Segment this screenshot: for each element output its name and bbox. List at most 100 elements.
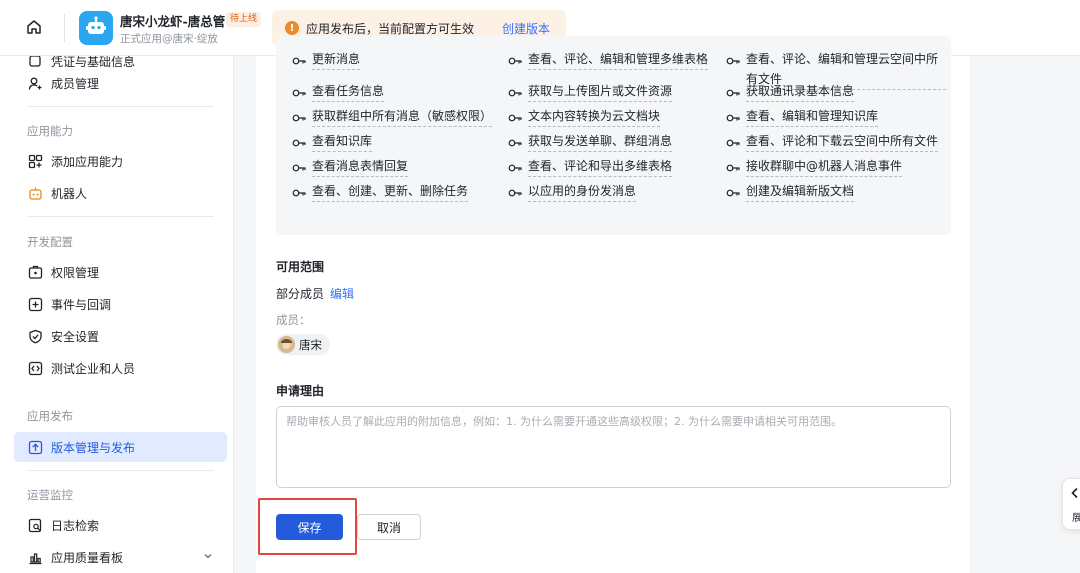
key-icon xyxy=(292,131,308,155)
app-subtitle: 正式应用@唐宋·绽放 xyxy=(120,33,218,45)
permission-item: 以应用的身份发消息 xyxy=(508,181,637,205)
permission-label: 文本内容转换为云文档块 xyxy=(528,106,661,127)
permission-item: 查看消息表情回复 xyxy=(292,156,409,180)
key-icon xyxy=(726,181,742,205)
save-button-highlight xyxy=(258,498,357,555)
permission-label: 查看、评论和下载云空间中所有文件 xyxy=(746,131,939,152)
notice-text: 应用发布后，当前配置方可生效 xyxy=(306,21,475,36)
user-add-icon xyxy=(27,75,43,91)
permission-label: 查看、编辑和管理知识库 xyxy=(746,106,879,127)
permission-item: 查看、评论和导出多维表格 xyxy=(508,156,673,180)
section-release: 应用发布 xyxy=(27,409,73,423)
key-icon xyxy=(292,49,308,73)
permission-label: 查看知识库 xyxy=(312,131,373,152)
permission-item: 查看、创建、更新、删除任务 xyxy=(292,181,469,205)
shield-icon xyxy=(27,328,43,344)
main-content: 更新消息 查看任务信息 获取群组中所有消息（敏感权限） 查看知识库 查看消息表情回复 查看… xyxy=(256,36,970,573)
key-icon xyxy=(508,106,524,130)
robot-icon xyxy=(27,185,43,201)
members-label: 成员： xyxy=(276,313,311,327)
permission-item: 更新消息 xyxy=(292,49,361,73)
sidebar-item-version-release[interactable]: 版本管理与发布 xyxy=(14,432,227,462)
app-name: 唐宋小龙虾-唐总管 xyxy=(120,14,226,29)
expand-side-panel[interactable]: 展 xyxy=(1062,478,1080,530)
warning-icon: ! xyxy=(285,21,299,35)
permission-item: 查看、评论和下载云空间中所有文件 xyxy=(726,131,939,155)
key-icon xyxy=(508,181,524,205)
scope-edit-link[interactable]: 编辑 xyxy=(330,285,354,302)
permission-item: 文本内容转换为云文档块 xyxy=(508,106,661,130)
key-icon xyxy=(292,181,308,205)
permission-item: 查看、编辑和管理知识库 xyxy=(726,106,879,130)
sidebar-item-quality-board[interactable]: 应用质量看板 xyxy=(14,542,227,572)
key-icon xyxy=(508,49,524,73)
sidebar-item-label: 添加应用能力 xyxy=(51,154,124,169)
grid-plus-icon xyxy=(27,153,43,169)
permission-icon xyxy=(27,264,43,280)
sidebar-item-log-search[interactable]: 日志检索 xyxy=(14,510,227,540)
member-chip[interactable]: 唐宋 xyxy=(276,334,330,355)
key-icon xyxy=(508,131,524,155)
permission-label: 查看、创建、更新、删除任务 xyxy=(312,181,469,202)
permission-label: 获取群组中所有消息（敏感权限） xyxy=(312,106,493,127)
permission-label: 查看任务信息 xyxy=(312,81,385,102)
section-dev-config: 开发配置 xyxy=(27,235,73,249)
sidebar-item-label: 成员管理 xyxy=(51,76,100,91)
reason-textarea[interactable] xyxy=(276,406,951,488)
permission-label: 获取与上传图片或文件资源 xyxy=(528,81,673,102)
avatar xyxy=(278,336,295,353)
chart-icon xyxy=(27,549,43,565)
home-icon xyxy=(25,18,43,39)
chevron-left-icon xyxy=(1069,487,1079,499)
sidebar-item-test-org[interactable]: 测试企业和人员 xyxy=(14,353,227,383)
permission-label: 查看、评论和导出多维表格 xyxy=(528,156,673,177)
permission-label: 更新消息 xyxy=(312,49,361,70)
permission-item: 查看、评论、编辑和管理多维表格 xyxy=(508,49,709,73)
sidebar-item-members[interactable]: 成员管理 xyxy=(14,68,227,98)
permission-item: 查看知识库 xyxy=(292,131,373,155)
chevron-down-icon[interactable] xyxy=(203,550,213,564)
sidebar-item-robot[interactable]: 机器人 xyxy=(14,178,227,208)
key-icon xyxy=(726,49,742,73)
expand-label: 展 xyxy=(1072,513,1080,524)
key-icon xyxy=(292,156,308,180)
key-icon xyxy=(726,131,742,155)
key-icon xyxy=(726,81,742,105)
permission-item: 创建及编辑新版文档 xyxy=(726,181,855,205)
sidebar-item-events[interactable]: 事件与回调 xyxy=(14,289,227,319)
permission-label: 获取与发送单聊、群组消息 xyxy=(528,131,673,152)
app-logo xyxy=(79,11,113,45)
robot-logo-icon xyxy=(84,15,108,42)
sidebar-divider xyxy=(27,470,214,471)
code-icon xyxy=(27,360,43,376)
event-icon xyxy=(27,296,43,312)
sidebar-item-label: 应用质量看板 xyxy=(51,550,124,565)
permission-item: 接收群聊中@机器人消息事件 xyxy=(726,156,903,180)
sidebar-item-add-capability[interactable]: 添加应用能力 xyxy=(14,146,227,176)
reason-title: 申请理由 xyxy=(276,384,325,398)
sidebar-item-label: 事件与回调 xyxy=(51,297,112,312)
permission-label: 获取通讯录基本信息 xyxy=(746,81,855,102)
sidebar-item-label: 版本管理与发布 xyxy=(51,440,136,455)
cancel-button[interactable]: 取消 xyxy=(357,514,421,540)
sidebar-item-permissions[interactable]: 权限管理 xyxy=(14,257,227,287)
permission-label: 接收群聊中@机器人消息事件 xyxy=(746,156,903,177)
permission-item: 获取群组中所有消息（敏感权限） xyxy=(292,106,493,130)
permission-item: 查看任务信息 xyxy=(292,81,385,105)
sidebar-divider xyxy=(27,216,214,217)
sidebar-item-label: 权限管理 xyxy=(51,265,100,280)
key-icon xyxy=(292,106,308,130)
sidebar-item-security[interactable]: 安全设置 xyxy=(14,321,227,351)
upload-icon xyxy=(27,439,43,455)
create-version-link[interactable]: 创建版本 xyxy=(502,20,550,37)
sidebar: 凭证与基础信息 成员管理 应用能力 添加应用能力 机器人 开发配置 权限管理 事… xyxy=(0,56,234,573)
key-icon xyxy=(726,106,742,130)
permission-item: 获取与上传图片或文件资源 xyxy=(508,81,673,105)
section-app-capability: 应用能力 xyxy=(27,124,73,138)
permission-item: 获取与发送单聊、群组消息 xyxy=(508,131,673,155)
key-icon xyxy=(726,156,742,180)
home-button[interactable] xyxy=(22,16,46,40)
permission-label: 创建及编辑新版文档 xyxy=(746,181,855,202)
permission-list: 更新消息 查看任务信息 获取群组中所有消息（敏感权限） 查看知识库 查看消息表情回复 查看… xyxy=(276,36,951,235)
section-ops: 运营监控 xyxy=(27,488,73,502)
